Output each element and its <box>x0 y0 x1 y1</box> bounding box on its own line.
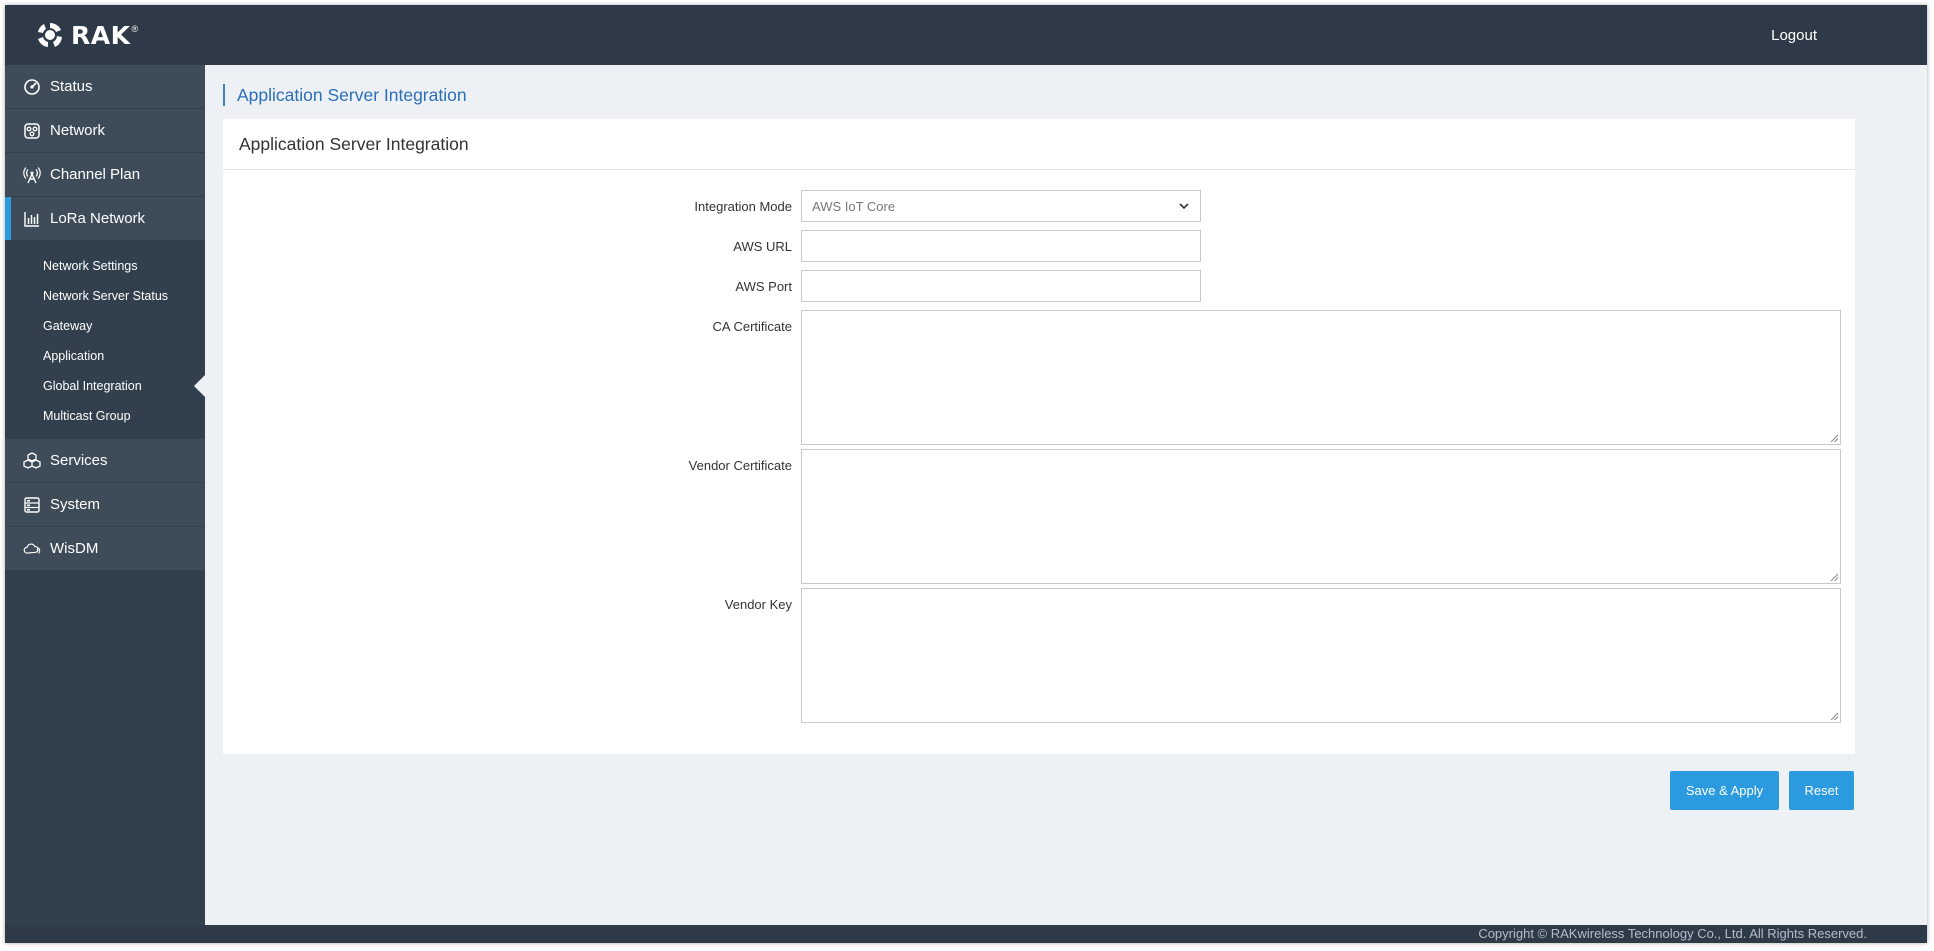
sidebar-item-network[interactable]: Network <box>5 109 205 152</box>
sidebar-item-label: WisDM <box>50 540 99 557</box>
submenu-application[interactable]: Application <box>5 341 205 371</box>
rak-logo-icon <box>38 22 62 47</box>
sidebar: Status Network Channel Plan LoRa Network… <box>5 65 205 925</box>
sidebar-item-status[interactable]: Status <box>5 65 205 108</box>
sidebar-item-system[interactable]: System <box>5 483 205 526</box>
save-apply-button[interactable]: Save & Apply <box>1670 771 1779 810</box>
ca-certificate-textarea[interactable] <box>801 310 1841 445</box>
resize-grip-icon[interactable] <box>1830 573 1838 581</box>
copyright-text: Copyright © RAKwireless Technology Co., … <box>1478 926 1867 941</box>
vendor-key-label: Vendor Key <box>724 597 792 612</box>
ca-certificate-label: CA Certificate <box>712 319 792 334</box>
aws-port-label: AWS Port <box>735 279 792 294</box>
rak-logo[interactable]: RAK ® <box>35 19 138 51</box>
brand-name: RAK <box>71 20 131 50</box>
sidebar-item-label: Status <box>50 78 93 95</box>
integration-mode-label: Integration Mode <box>694 199 792 214</box>
registered-mark: ® <box>131 24 139 34</box>
resize-grip-icon[interactable] <box>1830 712 1838 720</box>
integration-mode-value: AWS IoT Core <box>812 198 896 214</box>
cubes-icon <box>23 451 41 470</box>
submenu-network-server-status[interactable]: Network Server Status <box>5 281 205 311</box>
app-window: RAK® Logout Status Network Channel Plan <box>5 5 1927 943</box>
submenu-gateway[interactable]: Gateway <box>5 311 205 341</box>
panel-title: Application Server Integration <box>223 119 1855 170</box>
sidebar-item-label: Services <box>50 452 108 469</box>
aws-port-input[interactable] <box>801 270 1201 302</box>
aws-url-label: AWS URL <box>733 239 792 254</box>
reset-button[interactable]: Reset <box>1789 771 1854 810</box>
top-header: RAK ® Logout <box>5 5 1927 65</box>
sidebar-item-channel-plan[interactable]: Channel Plan <box>5 153 205 196</box>
server-icon <box>23 496 41 514</box>
vendor-key-textarea[interactable] <box>801 588 1841 723</box>
integration-mode-select[interactable]: AWS IoT Core <box>801 190 1201 222</box>
network-icon <box>23 122 41 140</box>
resize-grip-icon[interactable] <box>1830 434 1838 442</box>
sidebar-item-label: LoRa Network <box>50 210 146 227</box>
aws-url-input[interactable] <box>801 230 1201 262</box>
bar-chart-icon <box>23 210 41 228</box>
sidebar-item-services[interactable]: Services <box>5 439 205 482</box>
submenu-multicast-group[interactable]: Multicast Group <box>5 401 205 431</box>
sidebar-item-label: System <box>50 496 101 513</box>
logout-link[interactable]: Logout <box>1771 27 1817 44</box>
integration-panel: Application Server Integration Integrati… <box>223 119 1855 754</box>
submenu-network-settings[interactable]: Network Settings <box>5 251 205 281</box>
page-title: Application Server Integration <box>223 84 467 106</box>
submenu-global-integration[interactable]: Global Integration <box>5 371 205 401</box>
antenna-icon <box>23 166 41 184</box>
sidebar-item-label: Channel Plan <box>50 166 141 183</box>
vendor-certificate-label: Vendor Certificate <box>688 458 792 473</box>
lora-network-submenu: Network Settings Network Server Status G… <box>5 241 205 439</box>
footer: Copyright © RAKwireless Technology Co., … <box>5 925 1927 943</box>
speedometer-icon <box>23 78 41 96</box>
chevron-down-icon <box>1179 203 1189 210</box>
cloud-icon <box>23 540 41 558</box>
sidebar-item-label: Network <box>50 122 106 139</box>
sidebar-item-wisdm[interactable]: WisDM <box>5 527 205 570</box>
sidebar-item-lora-network[interactable]: LoRa Network <box>5 197 205 240</box>
vendor-certificate-textarea[interactable] <box>801 449 1841 584</box>
